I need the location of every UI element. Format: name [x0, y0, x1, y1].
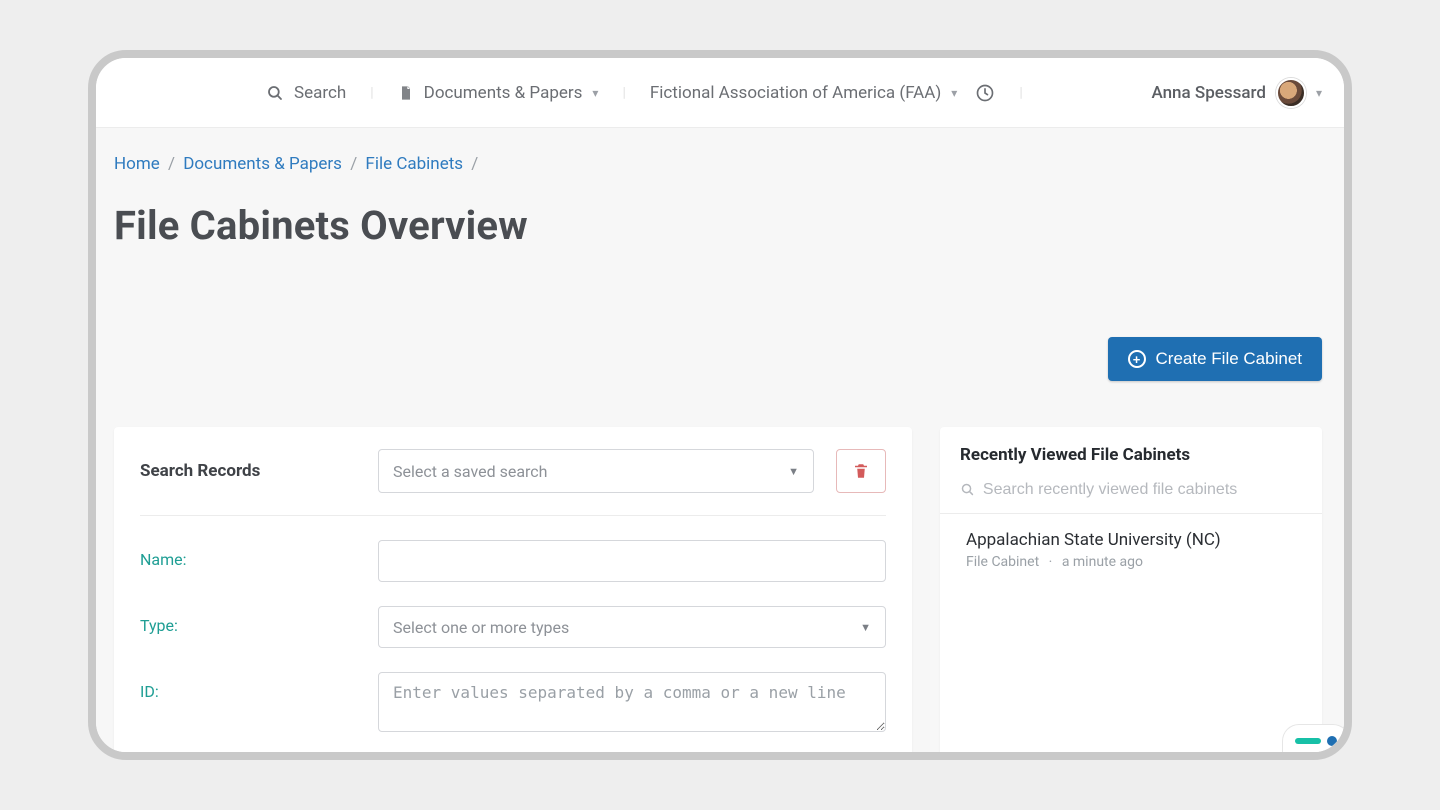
avatar [1276, 78, 1306, 108]
nav-documents-label: Documents & Papers [424, 83, 583, 103]
search-records-heading: Search Records [140, 461, 356, 481]
content-area: Home / Documents & Papers / File Cabinet… [96, 128, 1344, 752]
saved-search-select[interactable]: Select a saved search ▼ [378, 449, 814, 493]
divider: | [616, 85, 631, 101]
chat-bar-icon [1295, 738, 1321, 744]
nav-documents[interactable]: Documents & Papers ▾ [398, 83, 599, 103]
chevron-down-icon: ▾ [951, 86, 957, 100]
search-icon [960, 482, 975, 498]
divider: | [1013, 85, 1028, 101]
recent-item-meta: File Cabinet · a minute ago [966, 554, 1296, 570]
caret-down-icon: ▼ [788, 465, 799, 478]
delete-saved-search-button[interactable] [836, 449, 886, 493]
create-button-label: Create File Cabinet [1156, 349, 1302, 369]
type-placeholder: Select one or more types [393, 618, 569, 637]
name-label: Name: [140, 540, 356, 569]
org-name: Fictional Association of America (FAA) [650, 83, 941, 103]
type-select[interactable]: Select one or more types ▼ [378, 606, 886, 648]
document-icon [398, 85, 414, 101]
topbar: Search | Documents & Papers ▾ | Fictiona… [96, 58, 1344, 128]
org-switcher[interactable]: Fictional Association of America (FAA) ▾ [650, 83, 957, 103]
crumb-file-cabinets[interactable]: File Cabinets [365, 154, 463, 174]
divider: | [364, 85, 379, 101]
breadcrumb: Home / Documents & Papers / File Cabinet… [96, 128, 1344, 174]
crumb-home[interactable]: Home [114, 154, 160, 174]
plus-circle-icon: + [1128, 350, 1146, 368]
search-icon [266, 84, 284, 102]
global-search[interactable]: Search [266, 83, 346, 103]
chat-widget[interactable] [1282, 724, 1344, 752]
history-button[interactable] [975, 83, 995, 103]
recent-item-title: Appalachian State University (NC) [966, 530, 1296, 550]
recent-search-input[interactable] [983, 481, 1302, 499]
id-field[interactable] [378, 672, 886, 732]
chat-dot-icon [1327, 736, 1337, 746]
name-field[interactable] [378, 540, 886, 582]
user-menu[interactable]: Anna Spessard ▾ [1151, 78, 1322, 108]
search-label: Search [294, 83, 346, 103]
page-title: File Cabinets Overview [96, 174, 1344, 249]
create-file-cabinet-button[interactable]: + Create File Cabinet [1108, 337, 1322, 381]
recent-item-type: File Cabinet [966, 554, 1039, 570]
recently-viewed-heading: Recently Viewed File Cabinets [960, 445, 1302, 465]
chevron-down-icon: ▾ [1316, 86, 1322, 100]
trash-icon [852, 462, 870, 480]
recent-item[interactable]: Appalachian State University (NC) File C… [960, 514, 1302, 570]
user-name: Anna Spessard [1151, 83, 1266, 103]
crumb-documents[interactable]: Documents & Papers [183, 154, 342, 174]
chevron-down-icon: ▾ [592, 86, 598, 100]
id-label: ID: [140, 672, 356, 701]
search-records-panel: Search Records Select a saved search ▼ N… [114, 427, 912, 752]
recently-viewed-panel: Recently Viewed File Cabinets Appalachia… [940, 427, 1322, 752]
type-label: Type: [140, 606, 356, 635]
device-frame: Search | Documents & Papers ▾ | Fictiona… [88, 50, 1352, 760]
recent-item-time: a minute ago [1062, 554, 1143, 570]
saved-search-placeholder: Select a saved search [393, 462, 547, 481]
caret-down-icon: ▼ [860, 621, 871, 634]
